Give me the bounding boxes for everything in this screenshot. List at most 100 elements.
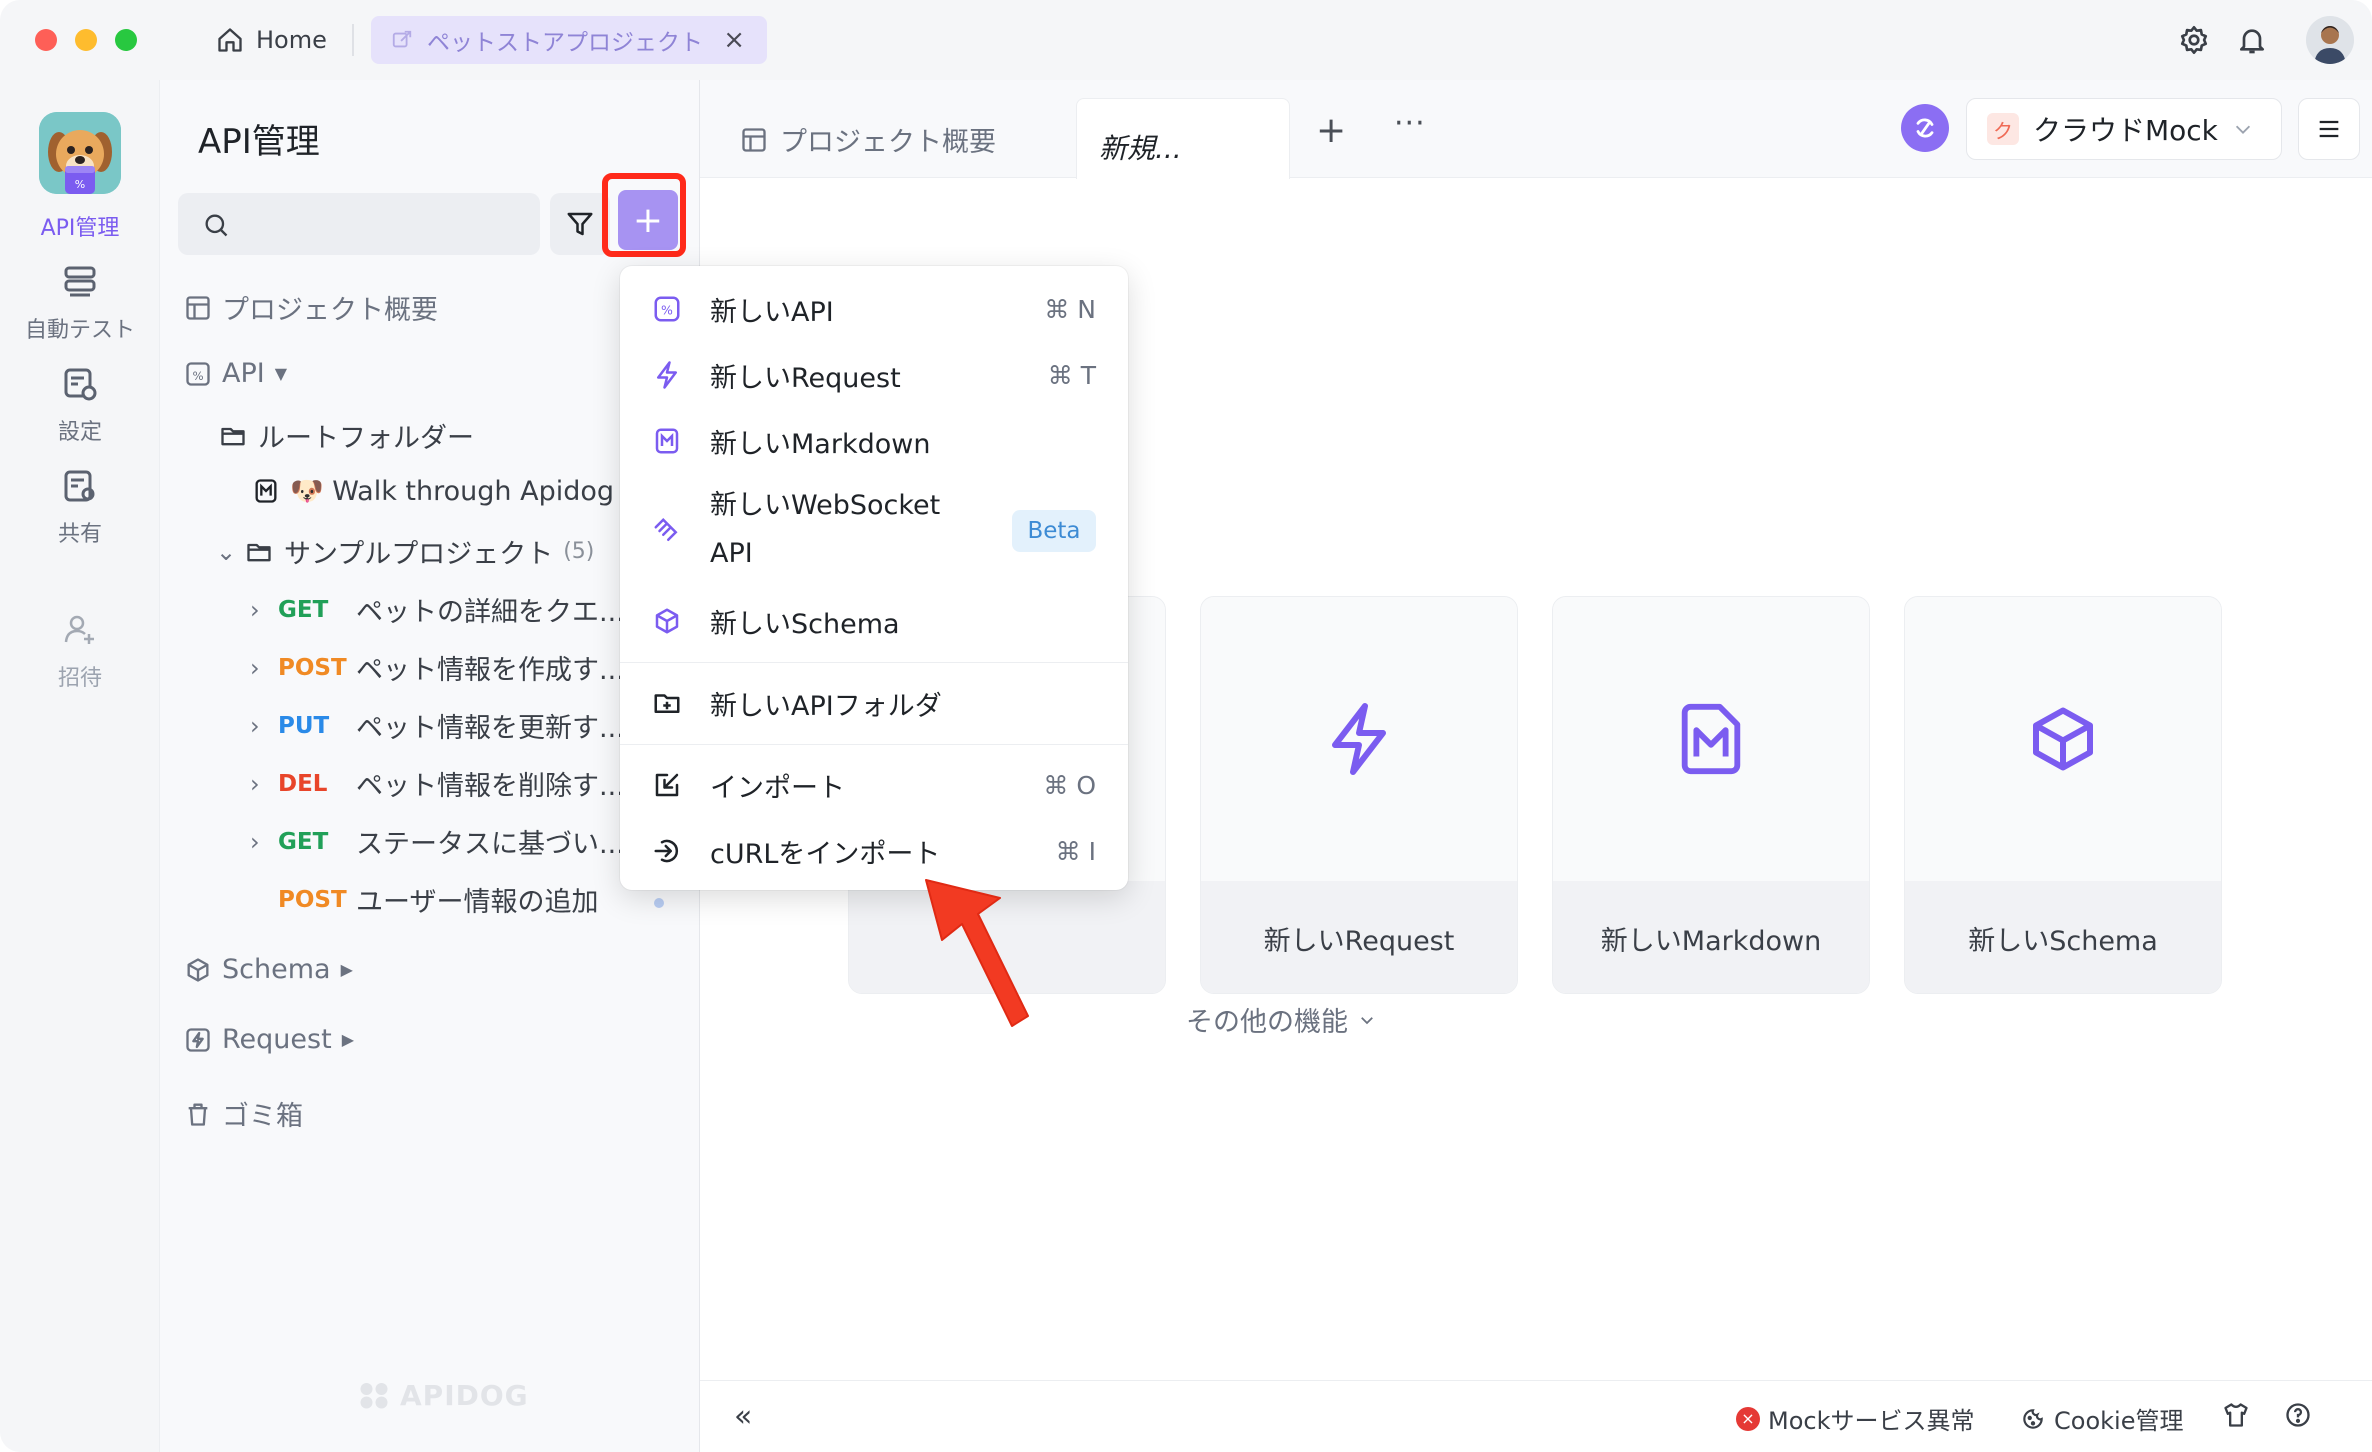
beta-badge: Beta	[1012, 510, 1096, 552]
shirt-icon[interactable]	[2222, 1401, 2250, 1429]
markdown-icon	[1681, 703, 1741, 775]
rail-label: 設定	[57, 420, 102, 445]
mock-status[interactable]: × Mockサービス異常	[1736, 1401, 1974, 1436]
rail-item-auto-test[interactable]: 自動テスト	[0, 262, 160, 344]
title-bar: Home ペットストアプロジェクト ×	[0, 0, 2372, 80]
folder-icon	[221, 427, 245, 445]
create-card-request[interactable]: 新しいRequest	[1200, 596, 1518, 994]
cookie-manager[interactable]: Cookie管理	[2020, 1401, 2183, 1436]
tree-item-walkthrough[interactable]: 🐶 Walk through Apidog	[252, 475, 614, 507]
share-doc-icon	[64, 470, 95, 502]
tree-item-root-folder[interactable]: ルートフォルダー	[218, 416, 474, 455]
card-label: 新しいRequest	[1201, 881, 1517, 993]
tree-label: Schema	[222, 954, 331, 985]
more-features-toggle[interactable]: その他の機能	[1186, 1000, 1376, 1039]
method-badge: GET	[278, 596, 329, 623]
tree-item-request[interactable]: Request ▶	[184, 1024, 354, 1055]
close-tab-icon[interactable]: ×	[723, 25, 745, 55]
trash-icon	[188, 1103, 208, 1126]
tree-endpoint[interactable]: › PUT ペット情報を更新す...	[250, 706, 625, 745]
sync-button[interactable]	[1901, 104, 1949, 152]
home-icon	[218, 28, 242, 52]
tab-project-overview[interactable]: プロジェクト概要	[740, 120, 996, 159]
rail-item-api-management[interactable]: % API管理	[0, 160, 160, 242]
tree-item-schema[interactable]: Schema ▶	[184, 954, 353, 985]
tree-endpoint[interactable]: › DEL ペット情報を削除す...	[250, 764, 625, 803]
menu-item-import-curl[interactable]: cURLをインポート ⌘ I	[620, 826, 1128, 876]
minimize-window-button[interactable]	[75, 29, 97, 51]
rail-item-share[interactable]: 共有	[0, 466, 160, 548]
menu-item-new-api[interactable]: % 新しいAPI ⌘ N	[620, 284, 1128, 334]
tab-new[interactable]: 新規...	[1076, 98, 1290, 179]
tree-endpoint[interactable]: › GET ペットの詳細をクエ...	[250, 590, 625, 629]
tab-label: 新規...	[1099, 132, 1182, 165]
unsaved-dot	[654, 898, 664, 908]
add-button[interactable]: +	[618, 190, 678, 250]
tree-item-overview[interactable]: プロジェクト概要	[184, 288, 438, 327]
project-tab[interactable]: ペットストアプロジェクト ×	[371, 16, 767, 64]
menu-item-new-request[interactable]: 新しいRequest ⌘ T	[620, 350, 1128, 400]
add-dropdown-menu: % 新しいAPI ⌘ N 新しいRequest ⌘ T 新しいMarkdown …	[620, 266, 1128, 890]
api-icon: %	[654, 296, 680, 322]
home-tab[interactable]: Home	[216, 20, 327, 60]
menu-divider	[620, 744, 1128, 745]
rail-label: 自動テスト	[24, 318, 135, 343]
filter-button[interactable]	[550, 193, 610, 255]
add-user-icon	[64, 615, 94, 644]
more-tabs-button[interactable]: ···	[1394, 106, 1426, 141]
endpoint-name: ペット情報を更新す...	[356, 713, 625, 744]
rail-item-settings[interactable]: 設定	[0, 364, 160, 446]
external-link-icon	[392, 30, 412, 48]
api-sidebar: API管理 + プロジェクト概要 % API ▼ ルートフォルダー 🐶 Walk…	[160, 80, 700, 1452]
environment-select[interactable]: ク クラウドMock	[1966, 98, 2282, 160]
project-tab-label: ペットストアプロジェクト	[427, 30, 703, 56]
user-avatar[interactable]	[2306, 16, 2354, 64]
create-card-schema[interactable]: 新しいSchema	[1904, 596, 2222, 994]
close-window-button[interactable]	[35, 29, 57, 51]
svg-text:%: %	[192, 368, 203, 382]
chevron-right-icon: ›	[250, 769, 260, 798]
nav-rail: % API管理 自動テスト 設定 共有 招待	[0, 80, 160, 1452]
bell-icon[interactable]	[2236, 20, 2268, 60]
search-input[interactable]	[178, 193, 540, 255]
card-label: 新しいMarkdown	[1553, 881, 1869, 993]
new-tab-button[interactable]: +	[1316, 110, 1346, 151]
tree-label: プロジェクト概要	[222, 295, 438, 326]
create-card-markdown[interactable]: 新しいMarkdown	[1552, 596, 1870, 994]
titlebar-divider	[352, 24, 354, 56]
tree-item-api[interactable]: % API ▼	[184, 358, 287, 389]
sync-icon	[1916, 118, 1934, 138]
websocket-icon	[654, 517, 678, 541]
help-icon[interactable]	[2284, 1401, 2312, 1429]
tree-endpoint[interactable]: › GET ステータスに基づい...	[250, 822, 625, 861]
caret-right-icon: ▶	[340, 960, 353, 979]
settings-icon[interactable]	[2178, 20, 2210, 60]
card-label: 新しいSchema	[1905, 881, 2221, 993]
tab-label: プロジェクト概要	[780, 127, 996, 158]
chevron-down-icon	[2235, 125, 2250, 134]
rail-item-invite[interactable]: 招待	[0, 610, 160, 692]
tree-endpoint[interactable]: › POST ペット情報を作成す...	[250, 648, 625, 687]
menu-item-import[interactable]: インポート ⌘ O	[620, 760, 1128, 810]
collapse-sidebar-button[interactable]: «	[734, 1399, 752, 1434]
tree-item-sample-project[interactable]: ⌄ サンプルプロジェクト (5)	[216, 532, 594, 571]
env-badge: ク	[1987, 113, 2019, 145]
lightning-box-icon	[186, 1027, 210, 1052]
menu-item-new-markdown[interactable]: 新しいMarkdown	[620, 416, 1128, 466]
maximize-window-button[interactable]	[115, 29, 137, 51]
endpoint-name: ペットの詳細をクエ...	[356, 597, 625, 628]
svg-text:%: %	[661, 303, 673, 318]
menu-item-new-api-folder[interactable]: 新しいAPIフォルダ	[620, 678, 1128, 728]
method-badge: POST	[278, 886, 347, 913]
menu-item-new-schema[interactable]: 新しいSchema	[620, 596, 1128, 646]
hamburger-menu-button[interactable]	[2298, 98, 2360, 160]
tree-endpoint-user-add[interactable]: POST ユーザー情報の追加	[250, 880, 598, 919]
menu-item-new-websocket[interactable]: 新しいWebSocket API Beta	[620, 482, 1128, 580]
cookie-label: Cookie管理	[2054, 1407, 2184, 1435]
tree-label: API	[222, 358, 265, 389]
pointer-arrow-annotation	[925, 879, 1029, 1027]
api-small-icon: %	[186, 361, 210, 386]
chevron-right-icon: ›	[250, 711, 260, 740]
caret-right-icon: ▶	[341, 1030, 354, 1049]
tree-item-trash[interactable]: ゴミ箱	[184, 1094, 303, 1133]
